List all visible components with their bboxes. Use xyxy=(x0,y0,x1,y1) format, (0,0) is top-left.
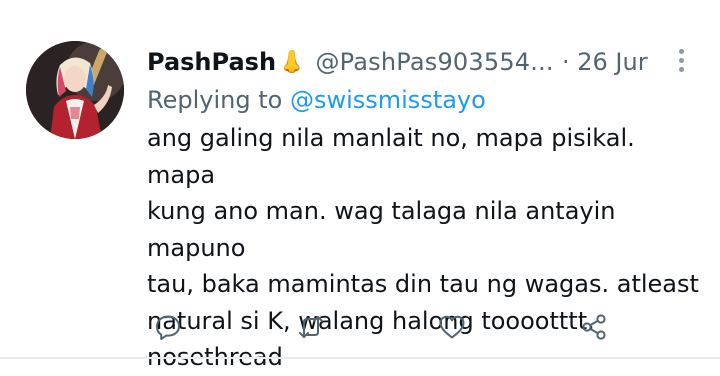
more-dot-icon xyxy=(678,48,684,54)
user-handle[interactable]: @PashPas903554... xyxy=(315,48,553,76)
more-dot-icon xyxy=(678,57,684,63)
display-name[interactable]: PashPash xyxy=(147,48,276,76)
more-options-button[interactable] xyxy=(670,40,692,80)
share-icon xyxy=(582,314,606,340)
tweet-date[interactable]: · 26 Jur xyxy=(562,45,676,79)
replying-to: Replying to @swissmisstayo xyxy=(147,86,486,114)
reply-button[interactable] xyxy=(146,305,190,349)
retweet-button[interactable] xyxy=(289,305,333,349)
avatar[interactable] xyxy=(26,41,124,139)
replying-mention-link[interactable]: @swissmisstayo xyxy=(290,86,486,114)
tweet-text-line: ang galing nila manlait no, mapa pisikal… xyxy=(147,124,635,189)
heart-icon xyxy=(439,315,465,339)
nose-emoji: 👃 xyxy=(278,49,306,75)
tweet-text-line: tau, baka mamintas din tau ng wagas. atl… xyxy=(147,270,699,298)
more-dot-icon xyxy=(678,66,684,72)
reply-icon xyxy=(156,315,180,340)
tweet-header: PashPash 👃 @PashPas903554... xyxy=(147,45,554,79)
tweet[interactable]: PashPash 👃 @PashPas903554... · 26 Jur Re… xyxy=(0,0,720,371)
like-button[interactable] xyxy=(430,305,474,349)
retweet-icon xyxy=(299,316,323,338)
tweet-text-line: kung ano man. wag talaga nila antayin ma… xyxy=(147,197,616,262)
replying-prefix: Replying to xyxy=(147,86,283,114)
tweet-actions xyxy=(0,305,720,349)
share-button[interactable] xyxy=(572,305,616,349)
